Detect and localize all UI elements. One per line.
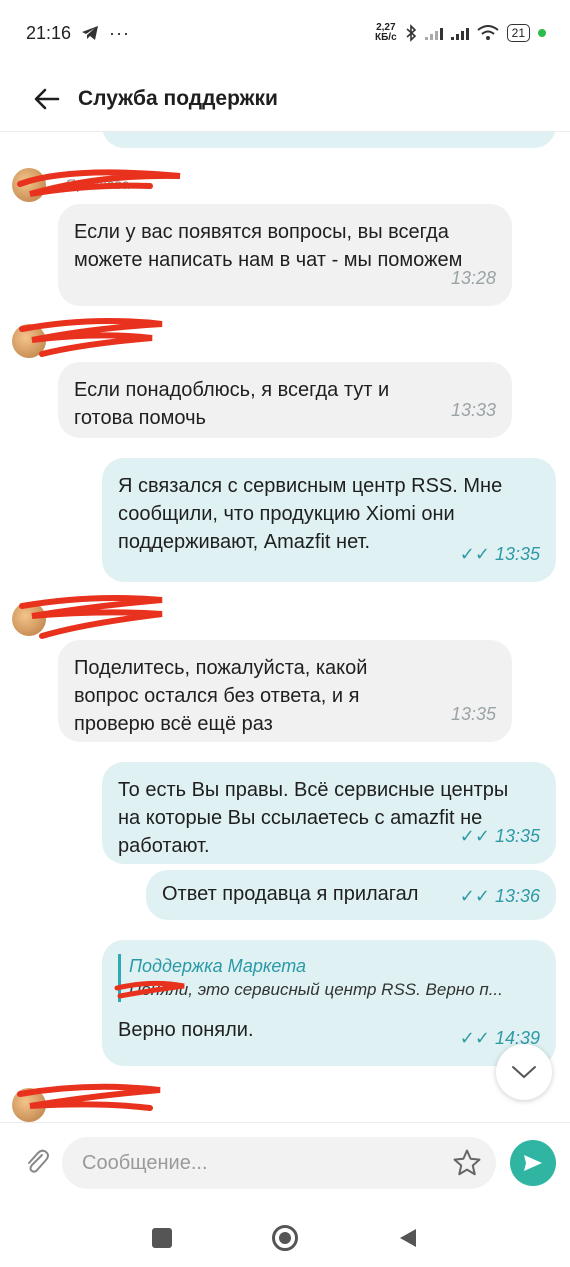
status-dot xyxy=(538,29,546,37)
message-time: ✓✓ 13:35 xyxy=(459,544,540,564)
message-outgoing-reply: Поддержка Маркета Поняли, это сервисный … xyxy=(102,940,556,1066)
message-incoming: Если у вас появятся вопросы, вы всегда м… xyxy=(58,204,512,306)
back-nav-button[interactable] xyxy=(398,1227,418,1249)
redaction-scribble xyxy=(19,317,163,357)
star-icon[interactable] xyxy=(452,1148,482,1178)
message-bubble-partial xyxy=(102,132,556,148)
redaction-scribble xyxy=(114,980,185,999)
message-incoming: Если понадоблюсь, я всегда тут и готова … xyxy=(58,362,512,438)
telegram-icon xyxy=(82,26,99,40)
signal-icon xyxy=(424,26,443,40)
double-check-icon: ✓✓ xyxy=(459,826,490,846)
double-check-icon: ✓✓ xyxy=(459,544,490,564)
message-text: Ответ продавца я прилагал xyxy=(162,883,419,905)
message-outgoing: То есть Вы правы. Всё сервисные центры н… xyxy=(102,762,556,864)
wifi-icon xyxy=(477,25,499,40)
double-check-icon: ✓✓ xyxy=(459,1028,490,1048)
signal-icon xyxy=(450,26,469,40)
message-text: Я связался с сервисным центр RSS. Мне со… xyxy=(118,475,503,553)
message-time: 13:33 xyxy=(450,400,496,420)
network-speed: 2,27 КБ/с xyxy=(375,22,397,43)
scroll-to-bottom-button[interactable] xyxy=(496,1044,552,1100)
back-button[interactable] xyxy=(30,82,64,116)
home-icon-dot xyxy=(279,1231,291,1244)
message-time: 13:35 xyxy=(450,704,496,724)
message-outgoing: Ответ продавца я прилагал ✓✓ 13:36 xyxy=(146,870,556,920)
message-incoming: Поделитесь, пожалуйста, какой вопрос ост… xyxy=(58,640,512,742)
message-text: Если понадоблюсь, я всегда тут и готова … xyxy=(74,379,390,429)
quote-author: Поддержка Маркета xyxy=(129,956,306,976)
message-input[interactable]: Сообщение... xyxy=(62,1137,496,1189)
redaction-scribble xyxy=(17,1083,161,1111)
app-bar: Служба поддержки xyxy=(0,66,570,132)
redaction-scribble xyxy=(17,169,181,197)
more-icon: ··· xyxy=(109,22,131,43)
redaction-scribble xyxy=(19,595,163,639)
message-text: Поделитесь, пожалуйста, какой вопрос ост… xyxy=(74,657,368,735)
bluetooth-icon xyxy=(406,24,416,42)
message-outgoing: Я связался с сервисным центр RSS. Мне со… xyxy=(102,458,556,582)
page-title: Служба поддержки xyxy=(78,86,278,110)
send-button[interactable] xyxy=(510,1140,556,1186)
recents-button[interactable] xyxy=(152,1227,172,1248)
status-bar: 21:16 ··· 2,27 КБ/с 21 xyxy=(0,0,570,66)
chevron-down-icon xyxy=(512,1066,536,1079)
message-time: ✓✓ 13:35 xyxy=(459,826,540,846)
message-time: ✓✓ 13:36 xyxy=(459,886,540,906)
arrow-left-icon xyxy=(34,88,60,109)
message-list[interactable]: Ярослава Если у вас появятся вопросы, вы… xyxy=(0,132,570,1122)
double-check-icon: ✓✓ xyxy=(459,886,490,906)
home-button[interactable] xyxy=(272,1224,298,1251)
battery-icon: 21 xyxy=(506,24,530,42)
send-icon xyxy=(524,1155,542,1171)
message-text: Если у вас появятся вопросы, вы всегда м… xyxy=(74,221,463,271)
message-text: Верно поняли. xyxy=(118,1019,254,1041)
message-input-placeholder: Сообщение... xyxy=(82,1151,208,1174)
message-text: То есть Вы правы. Всё сервисные центры н… xyxy=(118,779,509,857)
message-time: 13:28 xyxy=(450,268,496,288)
paperclip-icon[interactable] xyxy=(22,1147,52,1177)
composer-bar: Сообщение... xyxy=(0,1122,570,1208)
system-nav-bar xyxy=(0,1208,570,1267)
status-time: 21:16 xyxy=(26,22,72,43)
